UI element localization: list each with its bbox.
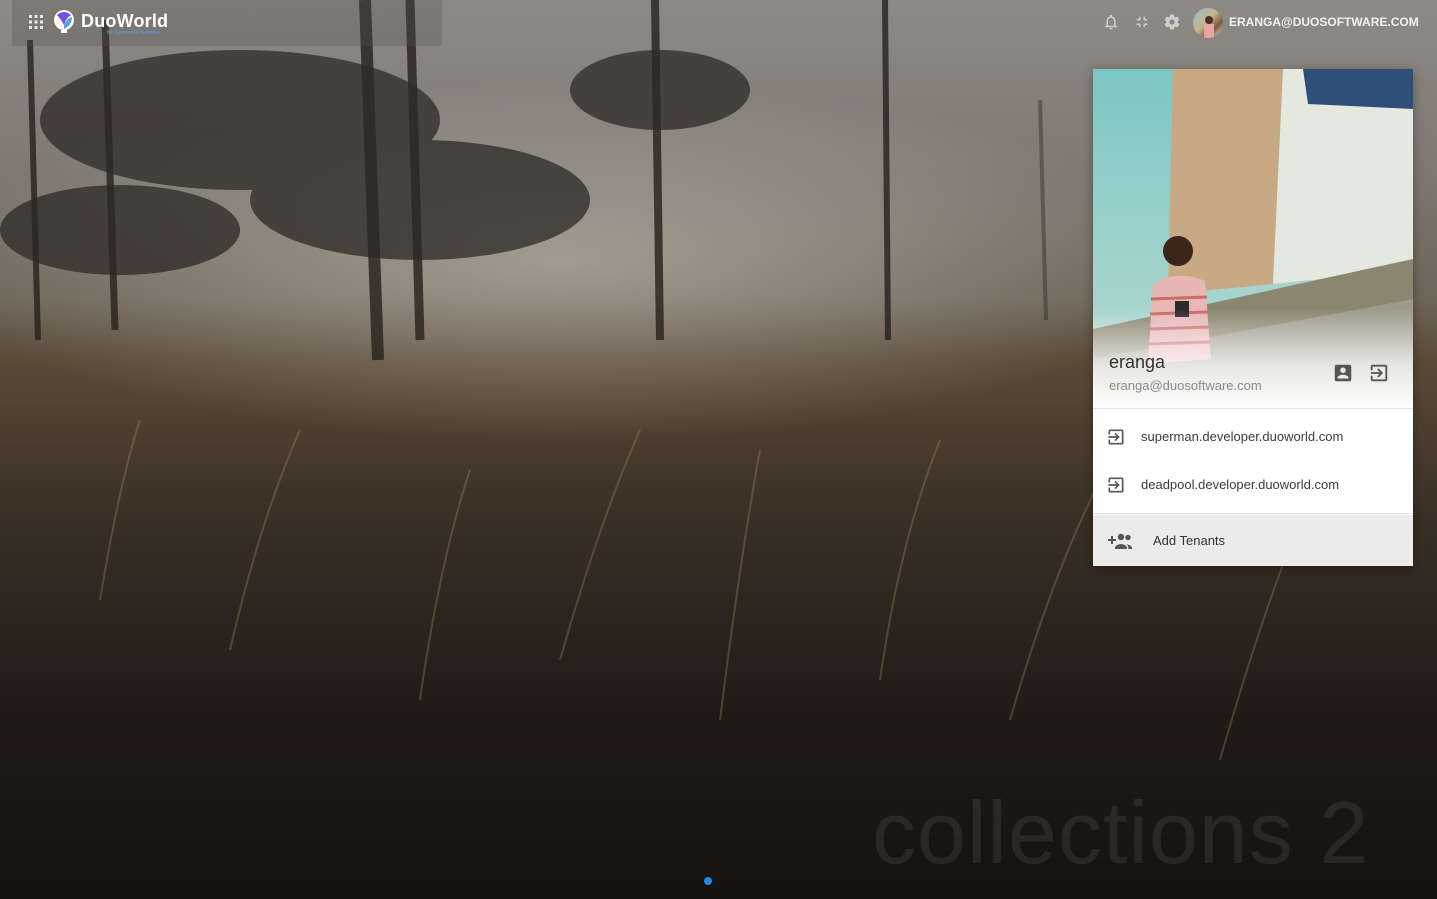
topbar-brand-area: [12, 0, 442, 46]
apps-grid-icon[interactable]: [28, 14, 44, 30]
sign-in-icon: [1108, 477, 1124, 493]
tenant-item[interactable]: superman.developer.duoworld.com: [1093, 413, 1413, 461]
page-indicator-dot[interactable]: [704, 877, 712, 885]
account-box-icon[interactable]: [1332, 362, 1354, 384]
card-divider: [1093, 513, 1413, 514]
collapse-icon[interactable]: [1133, 13, 1151, 31]
group-add-icon: [1108, 533, 1132, 549]
sign-in-icon: [1108, 429, 1124, 445]
duoworld-logo[interactable]: [52, 8, 76, 36]
sign-in-icon[interactable]: [1368, 362, 1390, 384]
card-divider: [1093, 408, 1413, 409]
tenant-label: deadpool.developer.duoworld.com: [1141, 477, 1340, 492]
topbar-user-email[interactable]: ERANGA@DUOSOFTWARE.COM: [1229, 15, 1419, 29]
add-tenants-label: Add Tenants: [1153, 533, 1226, 548]
brand-tagline: for Connected Business: [107, 30, 161, 36]
profile-card: eranga eranga@duosoftware.com superman.d…: [1093, 69, 1413, 566]
tenant-label: superman.developer.duoworld.com: [1141, 429, 1344, 444]
avatar-photo: [1204, 16, 1214, 38]
brand-name: DuoWorld: [81, 11, 169, 31]
user-avatar[interactable]: [1193, 8, 1223, 38]
gear-icon[interactable]: [1163, 13, 1181, 31]
collection-title: collections 2: [872, 783, 1370, 882]
tenant-item[interactable]: deadpool.developer.duoworld.com: [1093, 461, 1413, 509]
bell-icon[interactable]: [1102, 13, 1120, 31]
add-tenants-button[interactable]: Add Tenants: [1093, 515, 1413, 566]
profile-name: eranga: [1109, 352, 1166, 372]
profile-email: eranga@duosoftware.com: [1109, 378, 1262, 393]
